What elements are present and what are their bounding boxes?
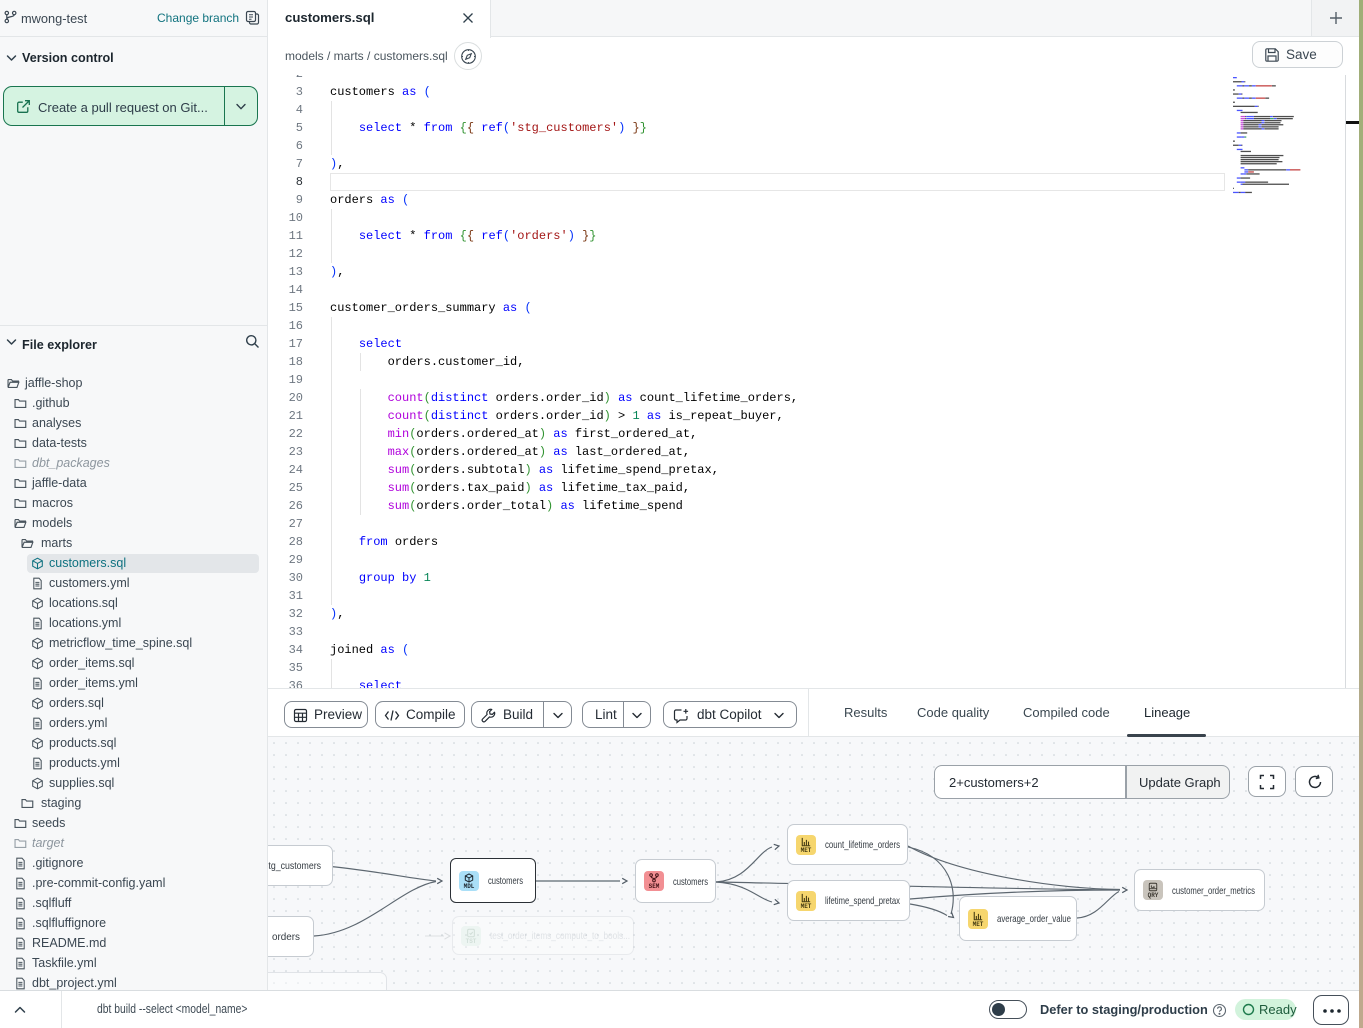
svg-text:stg_customers: stg_customers: [268, 860, 321, 872]
svg-text:customers: customers: [488, 875, 523, 887]
svg-text:orders: orders: [272, 931, 300, 943]
svg-text:customer_order_metrics: customer_order_metrics: [1172, 885, 1255, 897]
svg-text:count_lifetime_orders: count_lifetime_orders: [825, 839, 900, 851]
svg-text:test_order_items_compute_to_bo: test_order_items_compute_to_bools...: [490, 930, 630, 942]
svg-text:average_order_value: average_order_value: [997, 913, 1071, 925]
svg-text:customers: customers: [673, 876, 708, 888]
svg-text:lifetime_spend_pretax: lifetime_spend_pretax: [825, 895, 901, 907]
